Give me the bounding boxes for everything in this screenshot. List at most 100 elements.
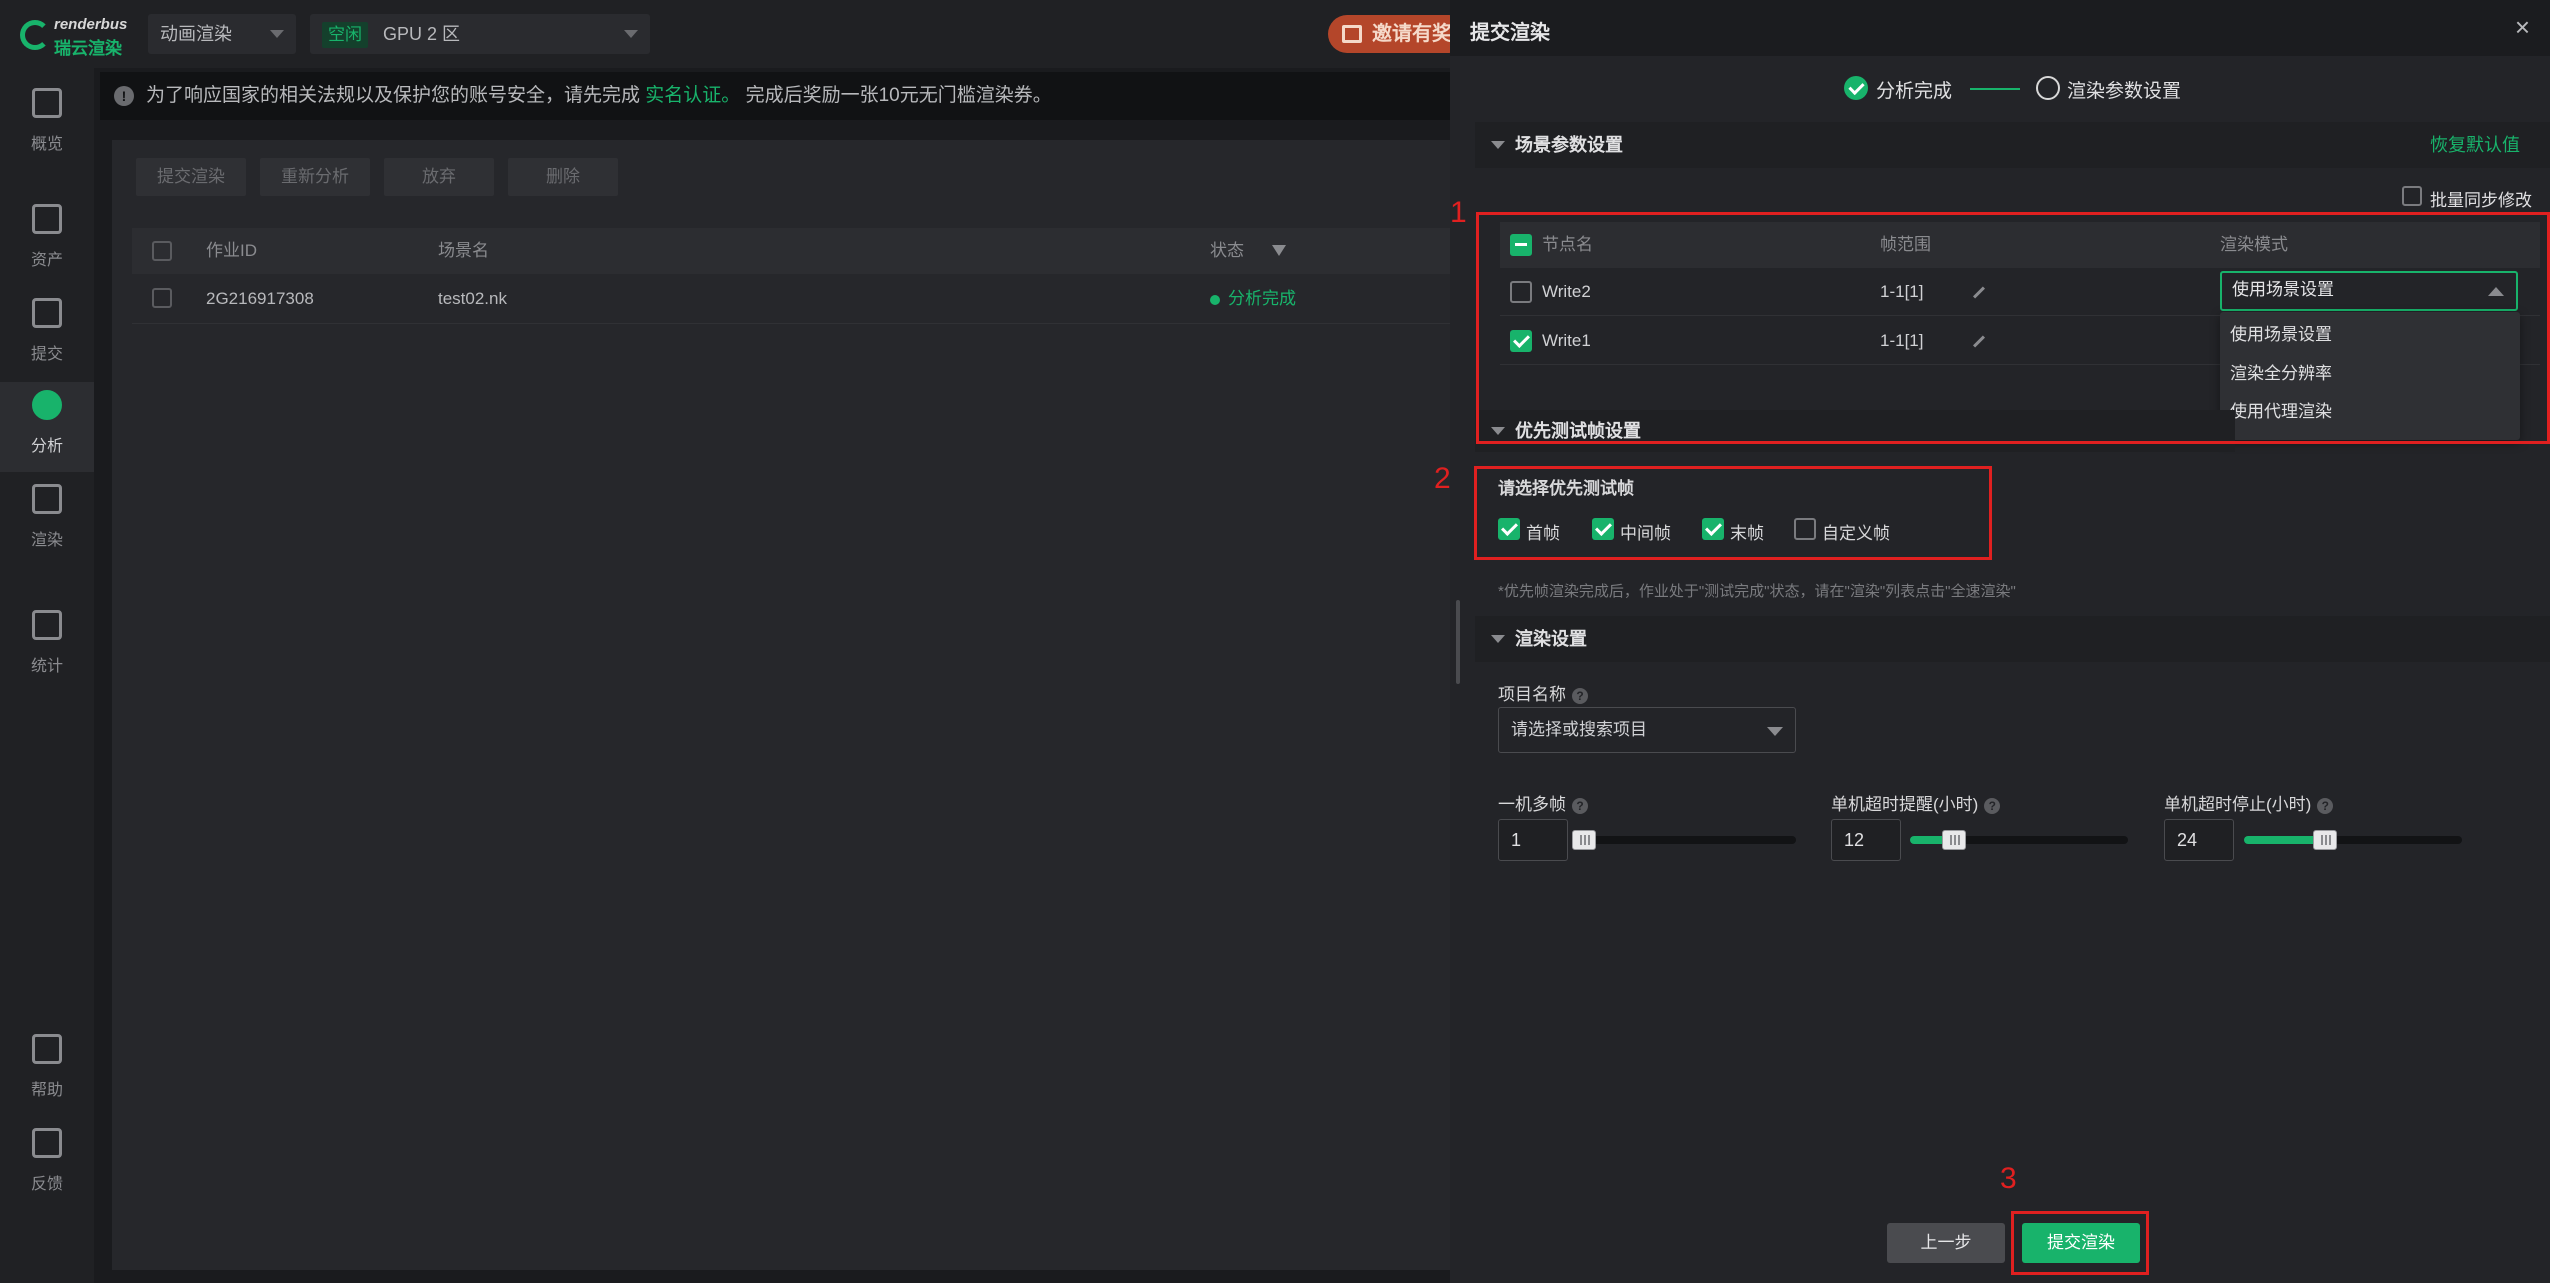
gpu-idle-tag: 空闲 xyxy=(322,22,368,48)
feedback-icon xyxy=(32,1128,62,1158)
job-status-text: 分析完成 xyxy=(1228,289,1296,308)
annotation-number-1: 1 xyxy=(1450,196,1467,229)
sidebar-item-label: 资产 xyxy=(30,252,63,269)
section-title: 渲染设置 xyxy=(1515,629,1587,649)
panel-resize-handle[interactable] xyxy=(1456,600,1460,684)
step-connector xyxy=(1970,88,2020,90)
info-icon: ! xyxy=(114,86,134,106)
render-icon xyxy=(32,484,62,514)
section-title: 场景参数设置 xyxy=(1515,135,1623,155)
invite-label: 邀请有奖 xyxy=(1372,23,1452,45)
sidebar-item-assets[interactable]: 资产 xyxy=(0,196,94,286)
step-done-check-icon xyxy=(1844,76,1868,100)
panel-title: 提交渲染 xyxy=(1470,22,1550,44)
sidebar-item-label: 帮助 xyxy=(30,1082,63,1099)
abandon-button[interactable]: 放弃 xyxy=(384,158,494,196)
status-dot-icon xyxy=(1210,294,1220,305)
step-current-circle-icon xyxy=(2036,76,2060,100)
column-status: 状态 xyxy=(1210,241,1244,260)
timeout-stop-slider-handle[interactable] xyxy=(2313,830,2337,850)
job-id: 2G216917308 xyxy=(206,289,314,308)
annotation-number-3: 3 xyxy=(2000,1162,2017,1195)
help-doc-icon xyxy=(32,1034,62,1064)
project-name-label: 项目名称? xyxy=(1498,680,1588,705)
analyze-icon xyxy=(32,390,62,420)
timeout-stop-label: 单机超时停止(小时)? xyxy=(2164,790,2334,815)
sidebar-item-analyze[interactable]: 分析 xyxy=(0,382,94,472)
help-question-icon[interactable]: ? xyxy=(1984,797,2001,814)
upload-icon xyxy=(32,298,62,328)
job-table-header: 作业ID 场景名 状态 xyxy=(132,228,1452,274)
help-question-icon[interactable]: ? xyxy=(1572,797,1588,814)
select-all-checkbox[interactable] xyxy=(152,241,172,261)
activity-icon xyxy=(32,88,62,118)
multi-frame-slider-track[interactable] xyxy=(1580,836,1796,844)
row-checkbox[interactable] xyxy=(152,288,172,308)
real-name-auth-link[interactable]: 实名认证。 xyxy=(645,85,740,106)
sidebar-item-render[interactable]: 渲染 xyxy=(0,476,94,566)
delete-button[interactable]: 删除 xyxy=(508,158,618,196)
gpu-zone-label: GPU 2 区 xyxy=(383,24,461,44)
batch-sync-checkbox[interactable] xyxy=(2402,186,2422,206)
notice-reward-text: 完成后奖励一张10元无门槛渲染券。 xyxy=(745,85,1052,106)
batch-sync-label: 批量同步修改 xyxy=(2430,191,2532,210)
invite-button[interactable]: 邀请有奖 xyxy=(1328,15,1468,53)
sidebar-item-stats[interactable]: 统计 xyxy=(0,602,94,692)
project-select[interactable]: 请选择或搜索项目 xyxy=(1498,707,1796,753)
filter-icon[interactable] xyxy=(1272,245,1286,256)
close-icon[interactable]: × xyxy=(2515,14,2530,40)
annotation-number-2: 2 xyxy=(1434,462,1451,495)
project-select-placeholder: 请选择或搜索项目 xyxy=(1511,720,1647,739)
project-name-label-text: 项目名称 xyxy=(1498,685,1566,704)
timeout-stop-input[interactable]: 24 xyxy=(2164,819,2234,861)
column-scene-name: 场景名 xyxy=(438,241,489,260)
logo-text-cn: 瑞云渲染 xyxy=(54,39,122,58)
help-question-icon[interactable]: ? xyxy=(2317,797,2334,814)
sidebar-item-label: 分析 xyxy=(30,438,63,455)
multi-frame-label: 一机多帧? xyxy=(1498,790,1588,815)
annotation-box-3 xyxy=(2011,1211,2149,1275)
sidebar-item-label: 统计 xyxy=(30,658,63,675)
timeout-warn-label-text: 单机超时提醒(小时) xyxy=(1831,795,1979,814)
timeout-warn-input[interactable]: 12 xyxy=(1831,819,1901,861)
notice-bar: ! 为了响应国家的相关法规以及保护您的账号安全，请先完成 实名认证。 完成后奖励… xyxy=(100,72,1450,120)
annotation-box-1 xyxy=(1476,212,2550,444)
multi-frame-input[interactable]: 1 xyxy=(1498,819,1568,861)
chevron-down-icon xyxy=(624,30,638,38)
sidebar-item-label: 概览 xyxy=(30,136,63,153)
chevron-down-icon xyxy=(1767,727,1783,736)
step-analysis-done: 分析完成 xyxy=(1876,81,1953,102)
collapse-triangle-icon xyxy=(1491,635,1505,643)
notice-text: 为了响应国家的相关法规以及保护您的账号安全，请先完成 xyxy=(146,85,641,106)
multi-frame-slider-handle[interactable] xyxy=(1572,830,1596,850)
previous-step-button[interactable]: 上一步 xyxy=(1887,1223,2005,1263)
render-settings-section[interactable]: 渲染设置 xyxy=(1475,616,2550,662)
chevron-down-icon xyxy=(270,30,284,38)
gpu-zone-dropdown[interactable]: 空闲 GPU 2 区 xyxy=(310,14,650,54)
scene-name: test02.nk xyxy=(438,289,507,308)
render-mode-dropdown[interactable]: 动画渲染 xyxy=(148,14,296,54)
sidebar-item-label: 渲染 xyxy=(30,532,63,549)
restore-defaults-link[interactable]: 恢复默认值 xyxy=(2430,122,2520,168)
job-list-panel: 提交渲染 重新分析 放弃 删除 作业ID 场景名 状态 2G216917308 … xyxy=(112,140,1452,1270)
panel-header: 提交渲染 × xyxy=(1450,0,2550,56)
sidebar-item-overview[interactable]: 概览 xyxy=(0,80,94,170)
priority-hint: *优先帧渲染完成后，作业处于"测试完成"状态，请在"渲染"列表点击"全速渲染" xyxy=(1498,583,2016,600)
submit-render-button[interactable]: 提交渲染 xyxy=(136,158,246,196)
scene-params-section[interactable]: 场景参数设置 恢复默认值 xyxy=(1475,122,2550,168)
logo-text-en: renderbus xyxy=(54,16,128,33)
sidebar-item-submit[interactable]: 提交 xyxy=(0,290,94,380)
help-question-icon[interactable]: ? xyxy=(1572,687,1588,704)
sidebar-item-help[interactable]: 帮助 xyxy=(0,1026,94,1116)
top-bar: renderbus 瑞云渲染 动画渲染 空闲 GPU 2 区 邀请有奖 xyxy=(0,0,1468,68)
annotation-box-2 xyxy=(1474,466,1992,560)
sidebar-item-feedback[interactable]: 反馈 xyxy=(0,1120,94,1210)
gift-icon xyxy=(1342,25,1362,43)
chart-icon xyxy=(32,610,62,640)
timeout-warn-slider-handle[interactable] xyxy=(1942,830,1966,850)
table-row[interactable]: 2G216917308 test02.nk 分析完成 xyxy=(132,274,1452,324)
folder-icon xyxy=(32,204,62,234)
logo-mark-icon xyxy=(20,20,50,50)
sidebar-item-label: 提交 xyxy=(30,346,63,363)
reanalyze-button[interactable]: 重新分析 xyxy=(260,158,370,196)
